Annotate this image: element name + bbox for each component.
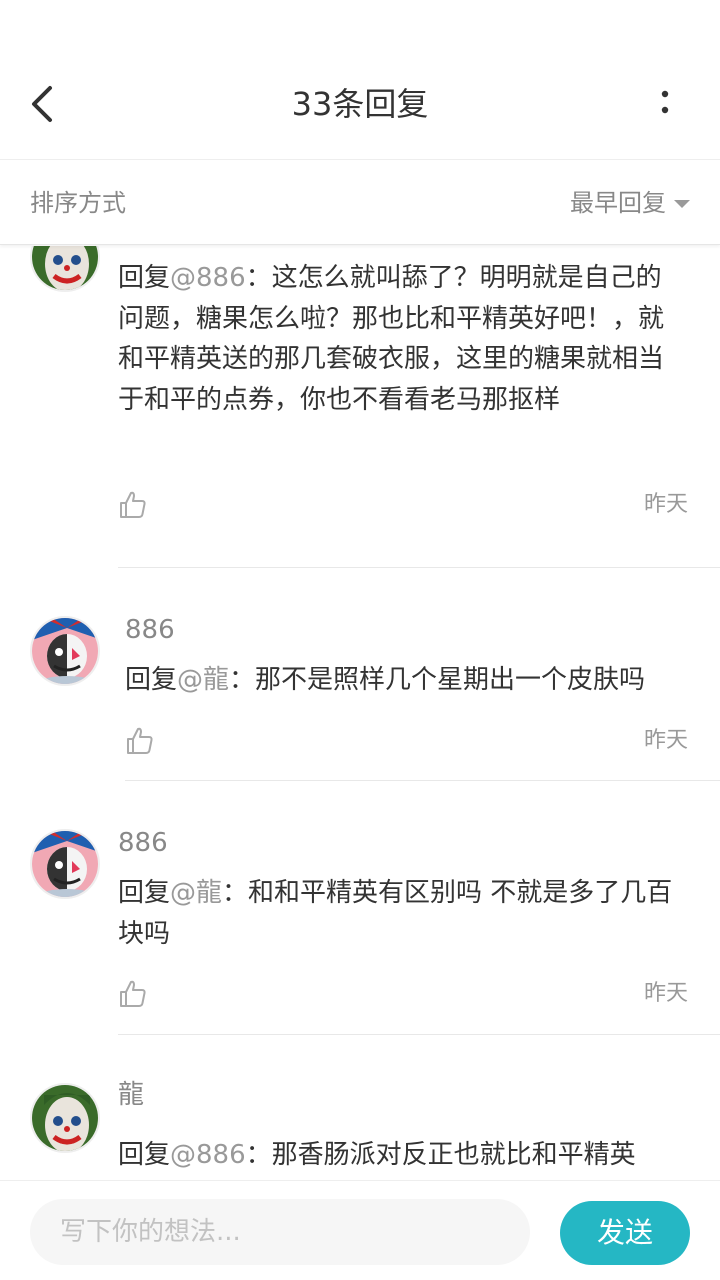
- send-button[interactable]: 发送: [560, 1201, 690, 1265]
- reply-mention[interactable]: @龍: [177, 665, 229, 695]
- reply-prefix: 回复: [118, 263, 171, 293]
- reply-list[interactable]: 龍 回复@886：这怎么就叫舔了？明明就是自己的问题，糖果怎么啦？那也比和平精英…: [0, 246, 720, 1180]
- reply-text: ：那不是照样几个星期出一个皮肤吗: [229, 665, 646, 695]
- reply-prefix: 回复: [118, 1140, 171, 1170]
- thumbs-up-icon[interactable]: [118, 490, 148, 520]
- jester-avatar-icon: [32, 831, 98, 897]
- reply-prefix: 回复: [118, 878, 171, 908]
- caret-down-icon: [674, 200, 690, 208]
- reply-author[interactable]: 886: [118, 825, 168, 861]
- reply-content: 回复@龍：那不是照样几个星期出一个皮肤吗: [125, 660, 690, 701]
- reply-prefix: 回复: [125, 665, 178, 695]
- reply-content: 回复@886：那香肠派对反正也就比和平精英: [118, 1135, 683, 1176]
- avatar[interactable]: [30, 616, 100, 686]
- reply-item: 886 回复@龍：那不是照样几个星期出一个皮肤吗 昨天: [0, 568, 720, 781]
- reply-content: 回复@886：这怎么就叫舔了？明明就是自己的问题，糖果怎么啦？那也比和平精英好吧…: [118, 258, 683, 420]
- comment-bar: 发送: [0, 1180, 720, 1280]
- more-button[interactable]: [650, 84, 680, 124]
- sort-dropdown[interactable]: 最早回复: [570, 185, 690, 221]
- reply-time: 昨天: [643, 728, 688, 753]
- reply-text: ：那香肠派对反正也就比和平精英: [245, 1140, 636, 1170]
- thumbs-up-icon[interactable]: [118, 979, 148, 1009]
- jester-avatar-icon: [32, 618, 98, 684]
- reply-mention[interactable]: @886: [170, 1140, 246, 1170]
- avatar[interactable]: [30, 829, 100, 899]
- reply-item: 886 回复@龍：和和平精英有区别吗 不就是多了几百块吗 昨天: [0, 781, 720, 1035]
- reply-item: 龍 回复@886：这怎么就叫舔了？明明就是自己的问题，糖果怎么啦？那也比和平精英…: [0, 246, 720, 568]
- reply-content: 回复@龍：和和平精英有区别吗 不就是多了几百块吗: [118, 873, 683, 954]
- reply-mention[interactable]: @886: [170, 263, 246, 293]
- page-title: 33条回复: [291, 85, 429, 123]
- joker-avatar-icon: [32, 246, 98, 290]
- reply-author[interactable]: 龍: [118, 246, 144, 248]
- reply-time: 昨天: [643, 981, 688, 1006]
- joker-avatar-icon: [32, 1085, 98, 1151]
- more-vertical-icon: [661, 90, 669, 114]
- reply-mention[interactable]: @龍: [170, 878, 222, 908]
- reply-author[interactable]: 886: [125, 612, 175, 648]
- reply-item: 龍 回复@886：那香肠派对反正也就比和平精英: [0, 1035, 720, 1180]
- reply-time: 昨天: [643, 492, 688, 517]
- comment-input[interactable]: [30, 1199, 530, 1265]
- thumbs-up-icon[interactable]: [125, 726, 155, 756]
- top-bar: 33条回复: [0, 0, 720, 160]
- sort-bar: 排序方式 最早回复: [0, 161, 720, 245]
- sort-selected-value: 最早回复: [570, 189, 666, 217]
- reply-author[interactable]: 龍: [118, 1077, 144, 1113]
- avatar[interactable]: [30, 1083, 100, 1153]
- avatar[interactable]: [30, 246, 100, 292]
- sort-label: 排序方式: [30, 189, 126, 217]
